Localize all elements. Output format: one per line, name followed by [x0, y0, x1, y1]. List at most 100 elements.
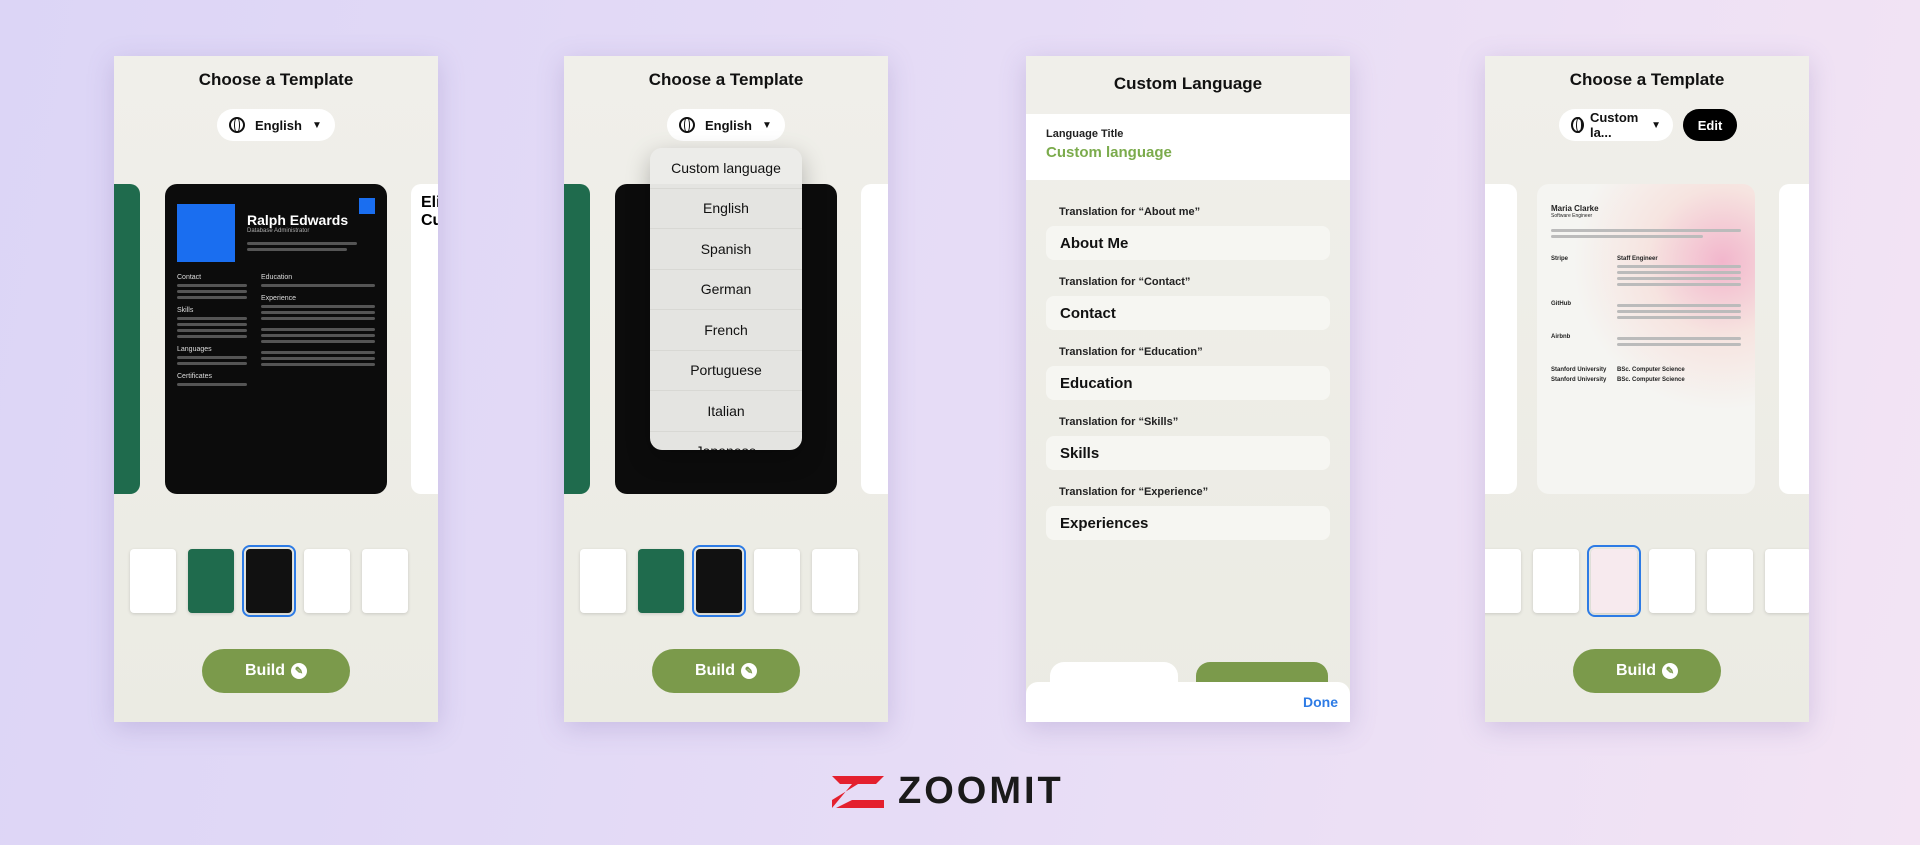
degree: BSc. Computer Science [1617, 367, 1685, 373]
resume-name: Ralph Edwards [247, 212, 349, 228]
language-selector[interactable]: Custom la... ▼ [1559, 109, 1673, 141]
template-card-next[interactable] [1779, 184, 1809, 494]
build-label: Build [1616, 662, 1656, 679]
language-selector[interactable]: English ▼ [217, 109, 335, 141]
translation-field-group: Translation for “Experience” Experiences [1026, 486, 1350, 540]
globe-icon [229, 117, 245, 133]
dropdown-item[interactable]: English [650, 189, 802, 229]
keyboard-toolbar: Done [1026, 682, 1350, 722]
template-thumbnails [130, 545, 408, 617]
translation-label: Translation for “About me” [1059, 206, 1201, 218]
language-title-input[interactable]: Custom language [1046, 144, 1330, 161]
globe-icon [1571, 117, 1584, 133]
screen-choose-template-4: Choose a Template Custom la... ▼ Edit Ma… [1485, 56, 1809, 722]
done-button[interactable]: Done [1303, 694, 1338, 710]
section-skills: Skills [177, 307, 194, 314]
pencil-icon: ✎ [291, 663, 307, 679]
company: Stripe [1551, 256, 1569, 262]
dropdown-item[interactable]: German [650, 270, 802, 310]
translation-field-group: Translation for “Skills” Skills [1026, 416, 1350, 470]
translation-input[interactable]: Skills [1046, 436, 1330, 470]
build-label: Build [695, 662, 735, 679]
template-card-maria[interactable]: Maria Clarke Software Engineer Stripe Sta… [1537, 184, 1755, 494]
translation-label: Translation for “Education” [1059, 346, 1203, 358]
logo-text: ZOOMIT [898, 770, 1064, 812]
section-languages: Languages [177, 346, 212, 353]
thumbnail[interactable] [188, 549, 234, 613]
dropdown-item[interactable]: Portuguese [650, 351, 802, 391]
thumbnail[interactable] [638, 549, 684, 613]
template-thumbnails [580, 545, 858, 617]
thumbnail[interactable] [754, 549, 800, 613]
dropdown-item[interactable]: Custom language [650, 148, 802, 189]
translation-input[interactable]: Contact [1046, 296, 1330, 330]
resume-role: Software Engineer [1551, 213, 1593, 219]
language-dropdown-menu: Custom language English Spanish German Frenc… [650, 148, 802, 450]
thumbnail-selected[interactable] [242, 545, 296, 617]
screen-choose-template-2: Choose a Template English ▼ Custom langu… [564, 56, 888, 722]
thumbnail[interactable] [1485, 549, 1521, 613]
section-certificates: Certificates [177, 373, 213, 380]
zoomit-z-icon [832, 775, 884, 808]
screen-choose-template-1: Choose a Template English ▼ Ralph Edward… [114, 56, 438, 722]
translation-input[interactable]: Experiences [1046, 506, 1330, 540]
template-card-next[interactable] [861, 184, 888, 494]
dropdown-item[interactable]: French [650, 310, 802, 351]
company: GitHub [1551, 301, 1571, 307]
screen-custom-language: Custom Language Language Title Custom la… [1026, 56, 1350, 722]
translation-label: Translation for “Skills” [1059, 416, 1179, 428]
thumbnail[interactable] [304, 549, 350, 613]
thumbnail-selected[interactable] [692, 545, 746, 617]
pencil-icon: ✎ [1662, 663, 1678, 679]
template-card-prev[interactable] [1485, 184, 1517, 494]
template-card-next[interactable]: Eli Cu [411, 184, 438, 494]
translation-label: Translation for “Experience” [1059, 486, 1209, 498]
thumbnail[interactable] [1533, 549, 1579, 613]
template-card-ralph[interactable]: Ralph Edwards Database Administrator Con… [165, 184, 387, 494]
thumbnail[interactable] [580, 549, 626, 613]
section-contact: Contact [177, 274, 202, 281]
translation-input[interactable]: About Me [1046, 226, 1330, 260]
build-button[interactable]: Build ✎ [202, 649, 350, 693]
build-button[interactable]: Build ✎ [652, 649, 800, 693]
build-label: Build [245, 662, 285, 679]
resume-name: Maria Clarke [1551, 204, 1599, 213]
thumbnail[interactable] [812, 549, 858, 613]
thumbnail[interactable] [1649, 549, 1695, 613]
language-value: Custom la... [1589, 110, 1639, 140]
translation-label: Translation for “Contact” [1059, 276, 1191, 288]
template-thumbnails [1485, 545, 1809, 617]
build-button[interactable]: Build ✎ [1573, 649, 1721, 693]
pencil-icon: ✎ [741, 663, 757, 679]
chevron-down-icon: ▼ [1651, 119, 1661, 131]
chevron-down-icon: ▼ [311, 119, 322, 131]
translation-fields: Translation for “About me” About Me Transl… [1026, 206, 1350, 556]
template-card-prev[interactable] [114, 184, 140, 494]
company: Airbnb [1551, 334, 1571, 340]
thumbnail[interactable] [130, 549, 176, 613]
language-value: English [705, 117, 752, 133]
translation-field-group: Translation for “About me” About Me [1026, 206, 1350, 260]
zoomit-logo: ZOOMIT [828, 770, 1064, 813]
language-selector[interactable]: English ▼ [667, 109, 785, 141]
resume-role: Database Administrator [247, 228, 310, 234]
thumbnail[interactable] [362, 549, 408, 613]
thumbnail[interactable] [1707, 549, 1753, 613]
degree: BSc. Computer Science [1617, 377, 1685, 383]
translation-field-group: Translation for “Education” Education [1026, 346, 1350, 400]
page-title: Choose a Template [198, 70, 354, 89]
thumbnail[interactable] [1765, 549, 1809, 613]
page-title: Custom Language [1113, 74, 1263, 93]
thumbnail-selected[interactable] [1587, 545, 1641, 617]
section-education: Education [261, 274, 293, 281]
school: Stanford University [1551, 377, 1607, 383]
edit-button[interactable]: Edit [1683, 109, 1737, 141]
dropdown-item[interactable]: Spanish [650, 229, 802, 270]
translation-field-group: Translation for “Contact” Contact [1026, 276, 1350, 330]
chevron-down-icon: ▼ [761, 119, 772, 131]
language-title-field[interactable]: Language Title Custom language [1026, 114, 1350, 180]
dropdown-item[interactable]: Japanese [650, 432, 802, 450]
translation-input[interactable]: Education [1046, 366, 1330, 400]
template-card-prev[interactable] [564, 184, 590, 494]
dropdown-item[interactable]: Italian [650, 391, 802, 432]
